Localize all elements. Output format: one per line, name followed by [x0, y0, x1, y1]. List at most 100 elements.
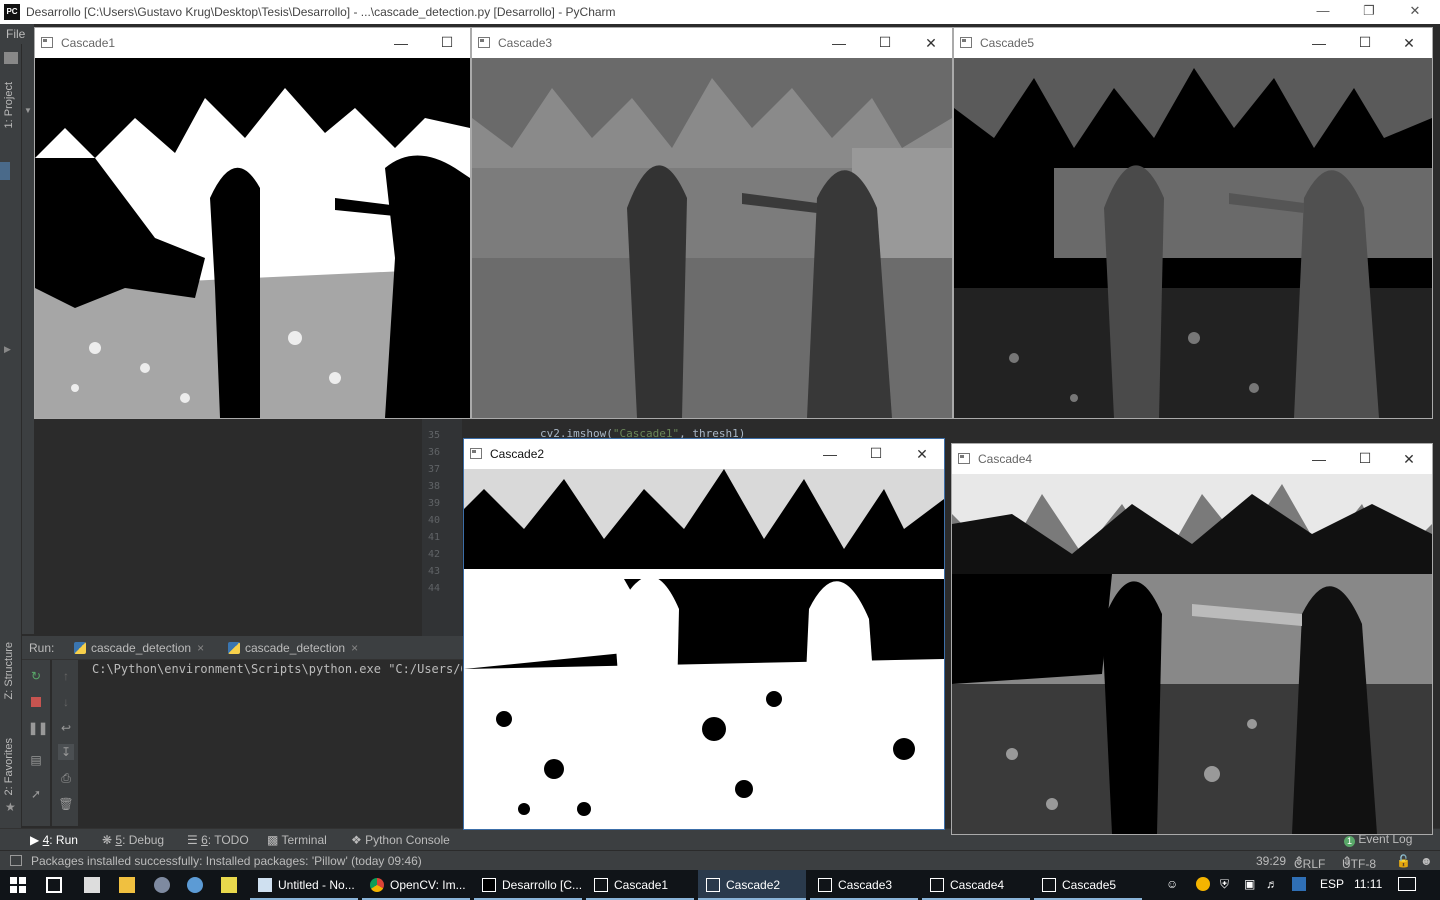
minimize-button[interactable]: —: [816, 31, 862, 55]
security-icon[interactable]: ⛨: [1220, 877, 1229, 892]
cascade1-window[interactable]: Cascade1 — ☐: [34, 27, 471, 419]
tool-tab-debug[interactable]: ❋ 5: Debug: [102, 833, 164, 847]
windows-start-icon[interactable]: [10, 877, 26, 893]
cascade2-titlebar[interactable]: Cascade2 — ☐ ✕: [464, 439, 944, 469]
calculator-icon[interactable]: [84, 877, 100, 893]
stop-button[interactable]: [28, 694, 44, 710]
tool-tab-label: Terminal: [281, 833, 327, 847]
close-button[interactable]: ✕: [1386, 447, 1432, 471]
status-toggle-icon[interactable]: [10, 855, 22, 866]
minimize-button[interactable]: —: [378, 31, 424, 55]
tool-tab-python-console[interactable]: ❖ Python Console: [351, 833, 450, 847]
window-icon: [960, 37, 972, 48]
close-button[interactable]: ✕: [1386, 31, 1432, 55]
cascade5-title: Cascade5: [980, 36, 1035, 50]
minimize-button[interactable]: —: [1296, 31, 1342, 55]
minimize-button[interactable]: —: [1296, 447, 1342, 471]
taskbar-app-chrome[interactable]: OpenCV: Im...: [362, 870, 470, 900]
project-tool-tab[interactable]: 1: Project: [3, 82, 15, 128]
folder-icon: [4, 52, 18, 64]
cascade3-window[interactable]: Cascade3 — ☐ ✕: [471, 27, 953, 419]
menu-file[interactable]: File: [6, 27, 25, 41]
close-tab-icon[interactable]: ×: [197, 641, 204, 655]
tool-tab-todo[interactable]: ☰ 6: TODO: [187, 833, 249, 847]
minimize-button[interactable]: —: [807, 442, 853, 466]
collapse-arrow-icon[interactable]: ▼: [24, 106, 32, 115]
cascade2-window[interactable]: Cascade2 — ☐ ✕: [463, 438, 945, 830]
cascade5-titlebar[interactable]: Cascade5 — ☐ ✕: [954, 28, 1432, 58]
scroll-to-end-icon[interactable]: ↧: [58, 744, 74, 760]
status-message[interactable]: Packages installed successfully: Install…: [31, 854, 422, 868]
taskbar-app-cascade2[interactable]: Cascade2: [698, 870, 806, 900]
file-encoding[interactable]: UTF-8 ⇕: [1342, 854, 1376, 871]
up-arrow-icon[interactable]: ↑: [58, 668, 74, 684]
maximize-button[interactable]: ☐: [1342, 446, 1388, 470]
task-view-icon[interactable]: [46, 877, 62, 893]
window-icon: [958, 453, 970, 464]
tool-tab-run[interactable]: ▶ 4: Run: [30, 833, 78, 847]
taskbar-app-notepad[interactable]: Untitled - No...: [250, 870, 358, 900]
people-icon[interactable]: ☺: [1166, 877, 1178, 891]
expand-arrow-icon[interactable]: ▶: [4, 344, 11, 355]
cascade3-titlebar[interactable]: Cascade3 — ☐ ✕: [472, 28, 952, 58]
caret-position[interactable]: 39:29: [1256, 854, 1286, 868]
line-number: 35: [428, 430, 441, 441]
restore-button[interactable]: ❐: [1346, 0, 1392, 24]
line-number: 40: [428, 515, 441, 526]
notes-icon[interactable]: [221, 877, 237, 893]
tool-tab-label: : TODO: [207, 833, 249, 847]
tool-tab-terminal[interactable]: ▩ Terminal: [267, 833, 327, 847]
cascade5-window[interactable]: Cascade5 — ☐ ✕: [953, 27, 1433, 419]
chrome-tray-icon[interactable]: [1196, 877, 1210, 891]
network-icon[interactable]: ▣: [1244, 877, 1255, 891]
lock-icon[interactable]: 🔓: [1396, 854, 1411, 868]
inspector-icon[interactable]: ☻: [1420, 854, 1433, 868]
rerun-icon[interactable]: ↻: [28, 668, 44, 684]
maximize-button[interactable]: ☐: [424, 30, 470, 54]
taskbar-app-label: Cascade3: [838, 878, 893, 892]
run-tab-1[interactable]: cascade_detection ×: [74, 641, 204, 655]
pause-icon[interactable]: ❚❚: [28, 720, 48, 736]
maximize-button[interactable]: ☐: [1342, 30, 1388, 54]
cascade1-titlebar[interactable]: Cascade1 — ☐: [35, 28, 470, 58]
app-icon[interactable]: [154, 877, 170, 893]
minimize-button[interactable]: —: [1300, 0, 1346, 24]
close-button[interactable]: ✕: [908, 31, 954, 55]
structure-tool-tab[interactable]: Z: Structure: [3, 642, 15, 699]
cascade4-window[interactable]: Cascade4 — ☐ ✕: [951, 443, 1433, 835]
favorites-tool-tab[interactable]: 2: Favorites: [3, 738, 15, 795]
console-output[interactable]: C:\Python\environment\Scripts\python.exe…: [92, 662, 462, 676]
close-button[interactable]: ✕: [899, 442, 945, 466]
close-button[interactable]: ✕: [1392, 0, 1438, 24]
taskbar-app-cascade5[interactable]: Cascade5: [1034, 870, 1142, 900]
pin-icon[interactable]: ➚: [28, 786, 44, 802]
down-arrow-icon[interactable]: ↓: [58, 694, 74, 710]
window-icon: [478, 37, 490, 48]
notifications-icon[interactable]: [1398, 877, 1416, 891]
trash-icon[interactable]: 🗑: [58, 796, 74, 812]
taskbar-app-pycharm[interactable]: Desarrollo [C...: [474, 870, 582, 900]
layout-icon[interactable]: ▤: [28, 752, 44, 768]
clock[interactable]: 11:11: [1354, 877, 1382, 891]
soft-wrap-icon[interactable]: ↩: [58, 720, 74, 736]
close-tab-icon[interactable]: ×: [351, 641, 358, 655]
taskbar-app-cascade1[interactable]: Cascade1: [586, 870, 694, 900]
tozero-image: [954, 58, 1432, 418]
volume-icon[interactable]: ♬: [1266, 877, 1278, 891]
language-indicator[interactable]: ESP: [1320, 877, 1344, 891]
print-icon[interactable]: ⎙: [58, 770, 74, 786]
cascade4-image: [952, 474, 1432, 834]
file-explorer-icon[interactable]: [119, 877, 135, 893]
app-tray-icon[interactable]: [1292, 877, 1306, 891]
taskbar-app-cascade3[interactable]: Cascade3: [810, 870, 918, 900]
maximize-button[interactable]: ☐: [862, 30, 908, 54]
taskbar-app-cascade4[interactable]: Cascade4: [922, 870, 1030, 900]
line-separator[interactable]: CRLF ⇕: [1294, 854, 1325, 871]
python-file-icon: [228, 642, 240, 654]
run-tab-2[interactable]: cascade_detection ×: [228, 641, 358, 655]
cascade4-titlebar[interactable]: Cascade4 — ☐ ✕: [952, 444, 1432, 474]
app-icon[interactable]: [187, 877, 203, 893]
taskbar-app-label: Cascade4: [950, 878, 1005, 892]
maximize-button[interactable]: ☐: [853, 441, 899, 465]
taskbar-app-label: Cascade1: [614, 878, 669, 892]
